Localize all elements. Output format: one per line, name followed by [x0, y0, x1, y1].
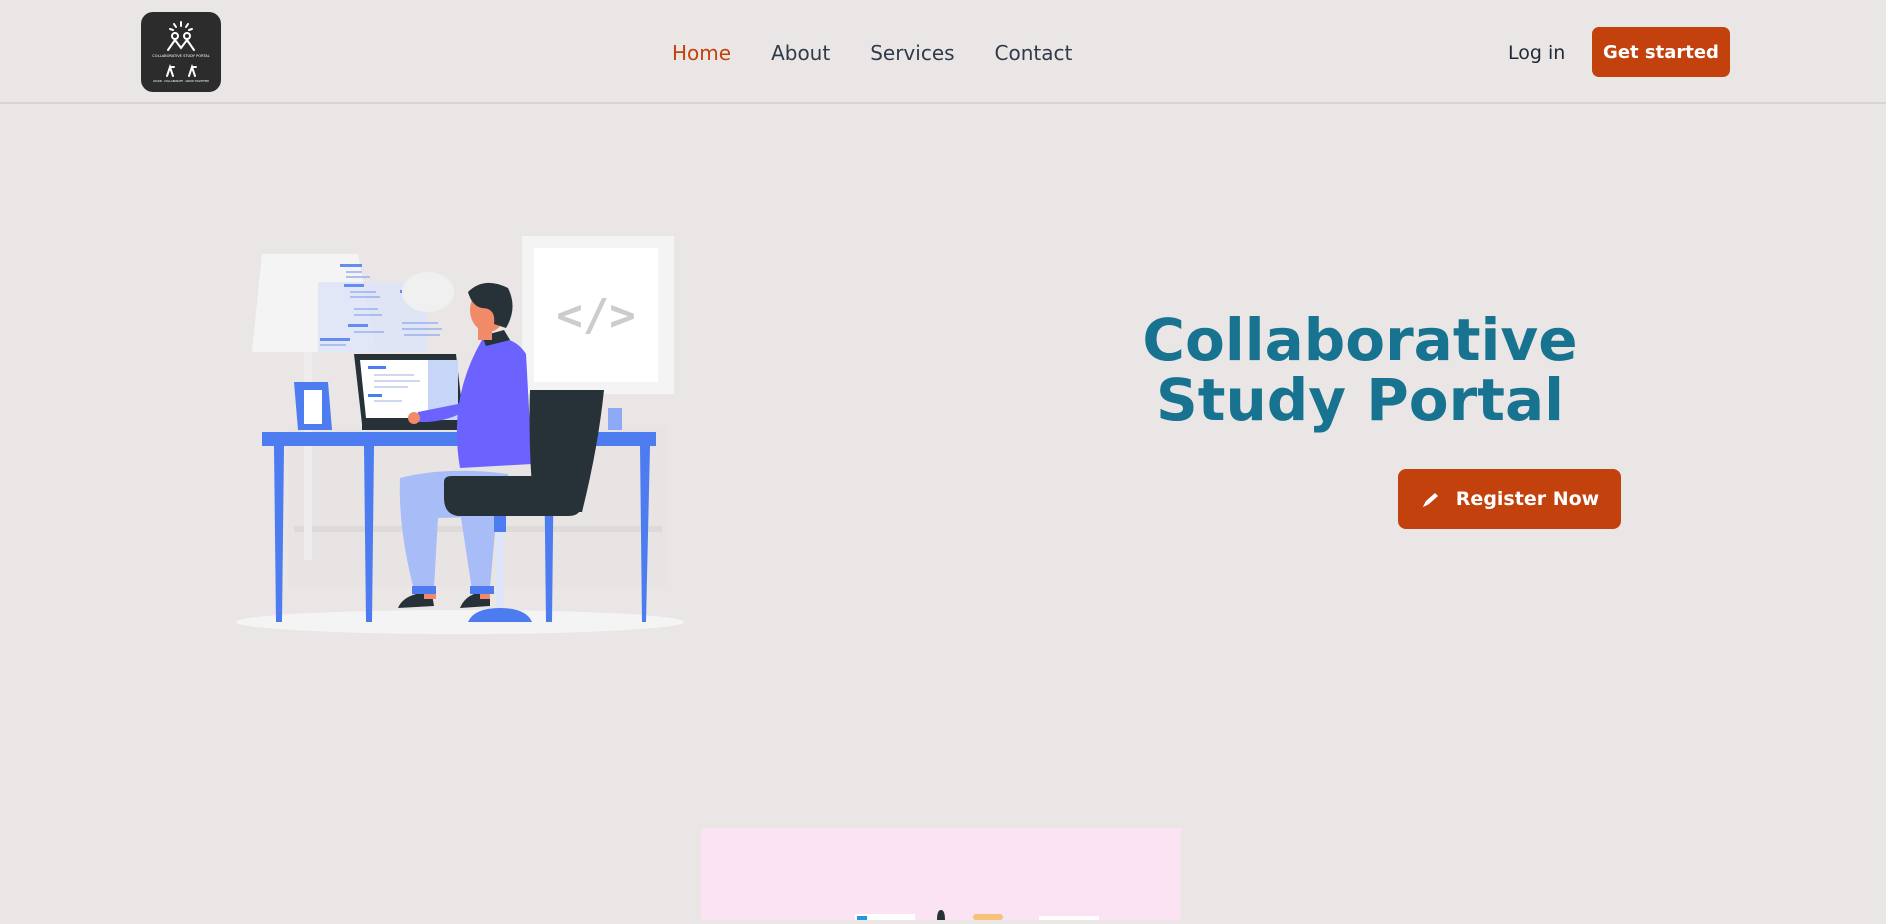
get-started-button[interactable]: Get started — [1592, 27, 1730, 77]
nav-link-home[interactable]: Home — [672, 38, 731, 68]
logo-text-top: COLLABORATIVE STUDY PORTAL — [152, 54, 209, 58]
hero-title: Collaborative Study Portal — [1142, 306, 1578, 434]
next-section-card — [701, 828, 1181, 920]
logo-graphic: COLLABORATIVE STUDY PORTAL LEARN · COLLA… — [152, 21, 210, 83]
nav-link-contact[interactable]: Contact — [995, 38, 1073, 68]
logo-text-bottom: LEARN · COLLABORATE · GROW TOGETHER — [153, 79, 209, 83]
nav-link-about[interactable]: About — [771, 38, 830, 68]
login-link[interactable]: Log in — [1508, 38, 1565, 68]
register-now-button[interactable]: Register Now — [1398, 469, 1621, 529]
register-now-label: Register Now — [1455, 488, 1600, 510]
developer-desk-illustration: </> — [236, 236, 684, 634]
code-sign: </> — [556, 290, 635, 341]
nav-link-services[interactable]: Services — [870, 38, 954, 68]
pencil-icon — [1422, 493, 1438, 507]
top-navbar: COLLABORATIVE STUDY PORTAL LEARN · COLLA… — [0, 0, 1886, 104]
main-nav: Home About Services Contact — [672, 38, 1112, 68]
hero-illustration: </> — [228, 228, 692, 638]
next-section-illustration — [855, 910, 1099, 920]
site-logo[interactable]: COLLABORATIVE STUDY PORTAL LEARN · COLLA… — [141, 12, 221, 92]
